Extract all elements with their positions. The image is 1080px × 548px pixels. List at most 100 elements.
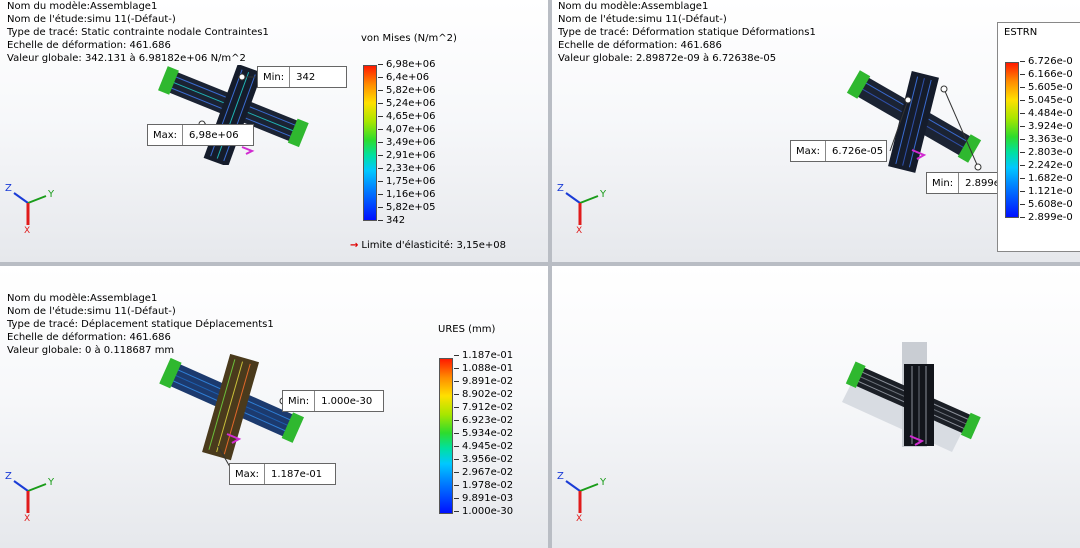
tick-label: 9.891e-02 (453, 375, 513, 388)
viewport-stress[interactable]: Nom du modèle:Assemblage1 Nom de l'étude… (0, 0, 548, 262)
axis-y-label: Y (47, 477, 54, 488)
yield-strength: → Limite d'élasticité: 3,15e+08 (350, 240, 506, 251)
legend-title: URES (mm) (438, 324, 496, 335)
min-probe[interactable]: Min: 1.000e-30 (282, 390, 385, 412)
tick-label: 1.682e-0 (1020, 172, 1073, 185)
tick-label: 5,82e+06 (378, 84, 436, 97)
tick-label: 6,98e+06 (378, 58, 436, 71)
viewport-splitter-horizontal[interactable] (0, 262, 1080, 266)
tick-label: 6,4e+06 (378, 71, 436, 84)
min-label: Min: (283, 391, 316, 411)
plot-type: Type de tracé: Déformation statique Défo… (558, 27, 816, 38)
max-probe[interactable]: Max: 6.726e-05 (790, 140, 888, 162)
axis-triad: Z Y X (557, 471, 606, 521)
viewport-displacement[interactable]: Nom du modèle:Assemblage1 Nom de l'étude… (0, 266, 548, 548)
min-value: 1.000e-30 (321, 395, 373, 407)
min-value: 342 (296, 71, 316, 83)
tick-label: 5,24e+06 (378, 97, 436, 110)
tick-label: 4,65e+06 (378, 110, 436, 123)
max-value: 1.187e-01 (271, 468, 323, 480)
study-name: Nom de l'étude:simu 11(-Défaut-) (7, 14, 176, 25)
axis-z-label: Z (557, 183, 564, 194)
study-info: Nom du modèle:Assemblage1 Nom de l'étude… (7, 292, 274, 357)
tick-label: 9.891e-03 (453, 492, 513, 505)
axis-z-label: Z (557, 471, 564, 482)
axis-z-label: Z (5, 471, 12, 482)
plot-type: Type de tracé: Déplacement statique Dépl… (7, 319, 274, 330)
deformation-scale: Echelle de déformation: 461.686 (7, 332, 171, 343)
tick-label: 8.902e-02 (453, 388, 513, 401)
tick-label: 2,33e+06 (378, 162, 436, 175)
tick-label: 2.803e-0 (1020, 146, 1073, 159)
tick-label: 1.187e-01 (453, 349, 513, 362)
tick-label: 1.121e-0 (1020, 185, 1073, 198)
tick-label: 5.045e-0 (1020, 94, 1073, 107)
viewport-model[interactable]: Z Y X (552, 266, 1080, 548)
tick-label: 5.934e-02 (453, 427, 513, 440)
min-label: Min: (258, 67, 291, 87)
study-name: Nom de l'étude:simu 11(-Défaut-) (7, 306, 176, 317)
axis-y-label: Y (47, 189, 54, 200)
legend-ticks: 6.726e-0 6.166e-0 5.605e-0 5.045e-0 4.48… (1020, 55, 1073, 224)
tick-label: 1,75e+06 (378, 175, 436, 188)
deformation-scale: Echelle de déformation: 461.686 (7, 40, 171, 51)
tick-label: 2.899e-0 (1020, 211, 1073, 224)
yield-text: Limite d'élasticité: 3,15e+08 (361, 240, 506, 251)
tick-label: 7.912e-02 (453, 401, 513, 414)
axis-x-label: X (576, 226, 582, 233)
max-label: Max: (791, 141, 827, 161)
legend-ticks: 6,98e+06 6,4e+06 5,82e+06 5,24e+06 4,65e… (378, 58, 436, 227)
tick-label: 4.484e-0 (1020, 107, 1073, 120)
axis-z-label: Z (5, 183, 12, 194)
min-probe[interactable]: Min: 342 (257, 66, 348, 88)
tick-label: 3.363e-0 (1020, 133, 1073, 146)
axis-x-label: X (576, 514, 582, 521)
global-value: Valeur globale: 342.131 à 6.98182e+06 N/… (7, 53, 246, 64)
max-probe[interactable]: Max: 1.187e-01 (229, 463, 337, 485)
tick-label: 5,82e+05 (378, 201, 436, 214)
viewport-splitter-vertical[interactable] (548, 0, 552, 548)
model-name: Nom du modèle:Assemblage1 (558, 1, 709, 12)
max-probe[interactable]: Max: 6,98e+06 (147, 124, 255, 146)
color-bar (439, 358, 453, 514)
model-name: Nom du modèle:Assemblage1 (7, 293, 158, 304)
min-label: Min: (927, 173, 960, 193)
max-label: Max: (148, 125, 184, 145)
deformation-scale: Echelle de déformation: 461.686 (558, 40, 722, 51)
tick-label: 5.605e-0 (1020, 81, 1073, 94)
tick-label: 4,07e+06 (378, 123, 436, 136)
viewport-strain[interactable]: Nom du modèle:Assemblage1 Nom de l'étude… (552, 0, 1080, 262)
study-info: Nom du modèle:Assemblage1 Nom de l'étude… (7, 0, 269, 65)
global-value: Valeur globale: 2.89872e-09 à 6.72638e-0… (558, 53, 777, 64)
axis-x-label: X (24, 514, 30, 521)
tick-label: 6.923e-02 (453, 414, 513, 427)
tick-label: 1.088e-01 (453, 362, 513, 375)
max-label: Max: (230, 464, 266, 484)
color-bar (1005, 62, 1019, 218)
max-value: 6,98e+06 (189, 129, 239, 141)
tick-label: 1,16e+06 (378, 188, 436, 201)
tick-label: 2,91e+06 (378, 149, 436, 162)
model-name: Nom du modèle:Assemblage1 (7, 1, 158, 12)
probe-leaders (889, 85, 982, 171)
legend-title: von Mises (N/m^2) (361, 33, 457, 44)
tick-label: 4.945e-02 (453, 440, 513, 453)
undeformed-model[interactable] (842, 342, 982, 457)
color-bar (363, 65, 377, 221)
tick-label: 3,49e+06 (378, 136, 436, 149)
tick-label: 1.978e-02 (453, 479, 513, 492)
tick-label: 6.726e-0 (1020, 55, 1073, 68)
tick-label: 6.166e-0 (1020, 68, 1073, 81)
legend-title: ESTRN (1004, 27, 1038, 38)
load-arrow (241, 146, 255, 155)
tick-label: 2.967e-02 (453, 466, 513, 479)
axis-y-label: Y (599, 189, 606, 200)
axis-triad: Z Y X (5, 471, 54, 521)
plot-type: Type de tracé: Static contrainte nodale … (7, 27, 269, 38)
yield-arrow-icon: → (350, 240, 359, 251)
tick-label: 342 (378, 214, 436, 227)
axis-triad: Z Y X (557, 183, 606, 233)
tick-label: 1.000e-30 (453, 505, 513, 518)
tick-label: 2.242e-0 (1020, 159, 1073, 172)
study-info: Nom du modèle:Assemblage1 Nom de l'étude… (558, 0, 816, 65)
